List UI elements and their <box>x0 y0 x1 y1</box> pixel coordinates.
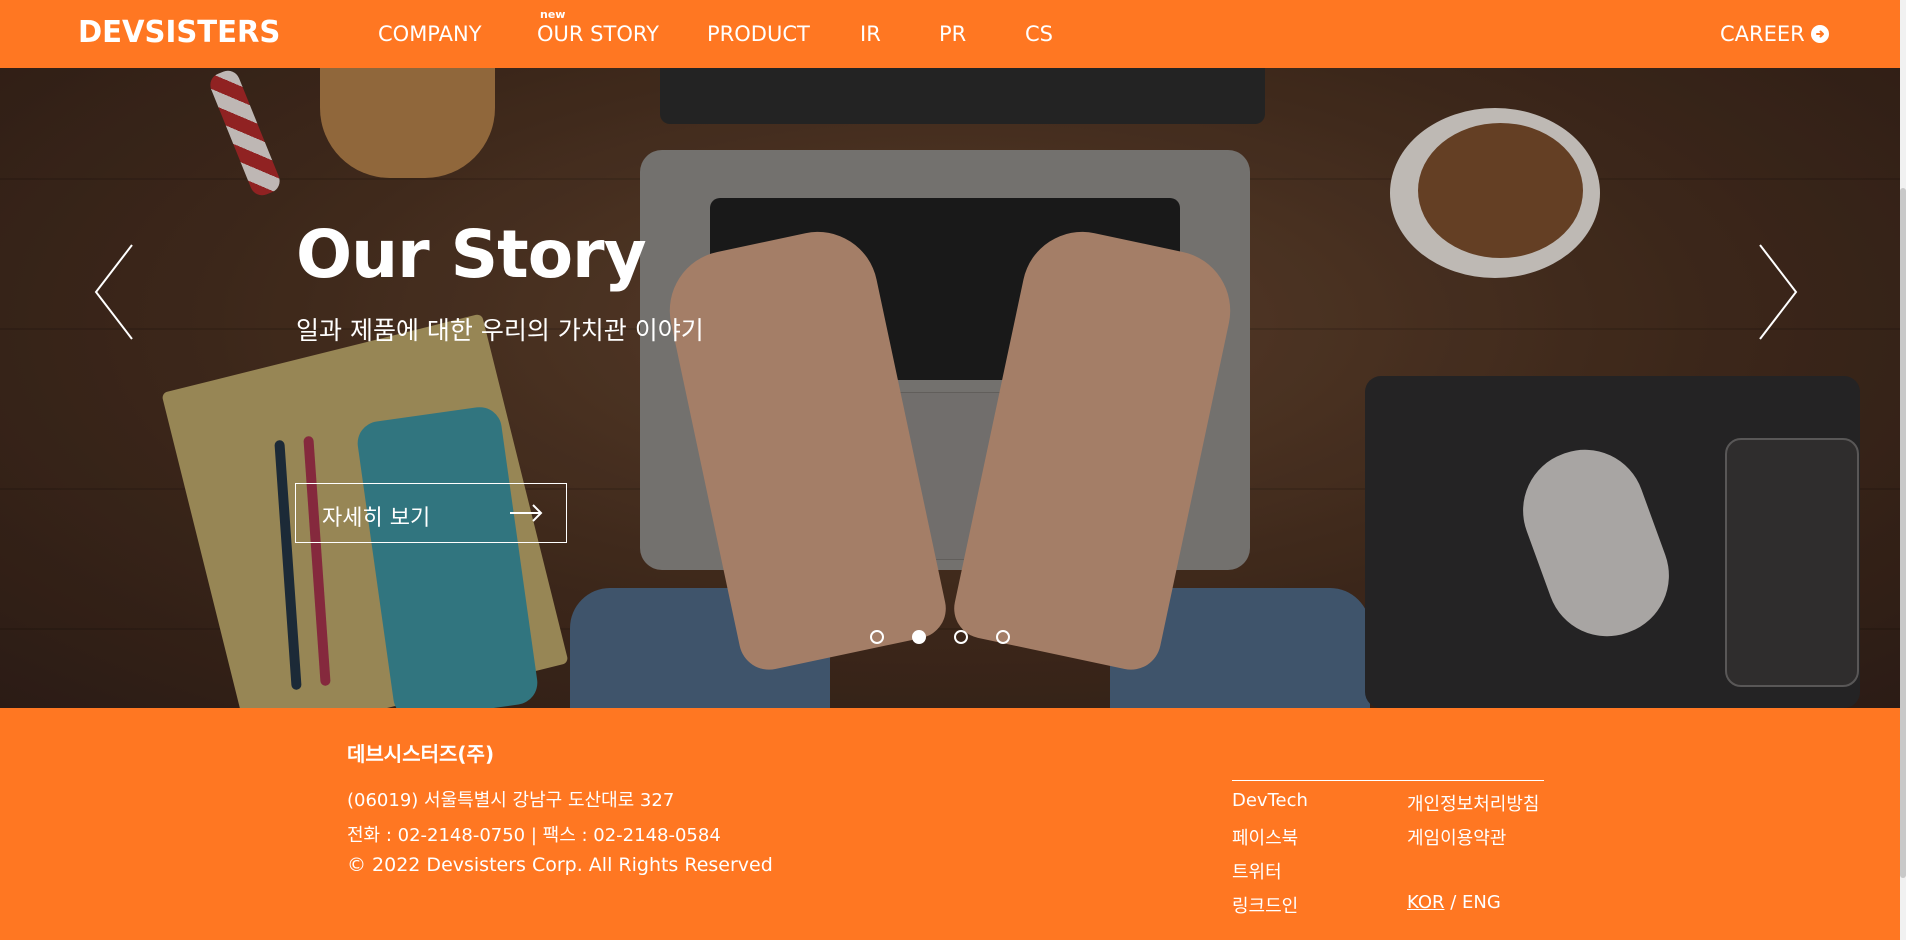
view-more-button[interactable]: 자세히 보기 <box>295 483 567 543</box>
hero-overlay <box>0 68 1900 708</box>
chevron-left-icon[interactable] <box>94 244 134 345</box>
footer-link-facebook[interactable]: 페이스북 <box>1232 824 1298 850</box>
nav-pr[interactable]: PR <box>939 22 966 46</box>
arrow-right-icon <box>509 503 543 528</box>
footer-address: (06019) 서울특별시 강남구 도산대로 327 <box>347 790 675 811</box>
chevron-right-icon[interactable] <box>1758 244 1798 345</box>
carousel-pagination <box>870 630 1010 644</box>
nav-our-story[interactable]: OUR STORY <box>537 22 659 46</box>
hero-title: Our Story <box>296 216 647 293</box>
carousel-dot-2[interactable] <box>912 630 926 644</box>
nav-company[interactable]: COMPANY <box>378 22 482 46</box>
new-badge: new <box>540 8 566 21</box>
footer-link-linkedin[interactable]: 링크드인 <box>1232 892 1298 918</box>
footer-link-twitter[interactable]: 트위터 <box>1232 858 1282 884</box>
footer-link-game-terms[interactable]: 게임이용약관 <box>1407 824 1506 850</box>
footer-copyright: © 2022 Devsisters Corp. All Rights Reser… <box>347 854 773 876</box>
view-more-label: 자세히 보기 <box>322 506 431 531</box>
top-navigation-bar: DEVSISTERS COMPANY new OUR STORY PRODUCT… <box>0 0 1900 68</box>
career-label: CAREER <box>1720 22 1805 46</box>
hero-subtitle: 일과 제품에 대한 우리의 가치관 이야기 <box>296 316 704 345</box>
devsisters-logo[interactable]: DEVSISTERS <box>78 15 280 50</box>
footer-contact: 전화 : 02-2148-0750 | 팩스 : 02-2148-0584 <box>347 825 721 846</box>
lang-eng-link[interactable]: ENG <box>1462 892 1501 913</box>
scrollbar-thumb[interactable] <box>1900 188 1906 878</box>
footer-divider <box>1232 780 1544 781</box>
lang-separator: / <box>1450 892 1457 913</box>
arrow-circle-right-icon <box>1810 25 1829 43</box>
carousel-dot-4[interactable] <box>996 630 1010 644</box>
carousel-dot-1[interactable] <box>870 630 884 644</box>
lang-kor-link[interactable]: KOR <box>1407 892 1445 913</box>
vertical-scrollbar[interactable] <box>1900 0 1906 940</box>
carousel-dot-3[interactable] <box>954 630 968 644</box>
language-switcher: KOR / ENG <box>1407 892 1501 913</box>
nav-product[interactable]: PRODUCT <box>707 22 810 46</box>
footer: 데브시스터즈(주) (06019) 서울특별시 강남구 도산대로 327 전화 … <box>0 708 1900 940</box>
hero-carousel: Our Story 일과 제품에 대한 우리의 가치관 이야기 자세히 보기 <box>0 68 1900 708</box>
career-link[interactable]: CAREER <box>1720 22 1829 46</box>
nav-ir[interactable]: IR <box>860 22 881 46</box>
footer-company-name: 데브시스터즈(주) <box>347 742 495 766</box>
footer-link-privacy-policy[interactable]: 개인정보처리방침 <box>1407 790 1539 816</box>
page: DEVSISTERS COMPANY new OUR STORY PRODUCT… <box>0 0 1900 940</box>
nav-cs[interactable]: CS <box>1025 22 1053 46</box>
footer-link-devtech[interactable]: DevTech <box>1232 790 1308 811</box>
